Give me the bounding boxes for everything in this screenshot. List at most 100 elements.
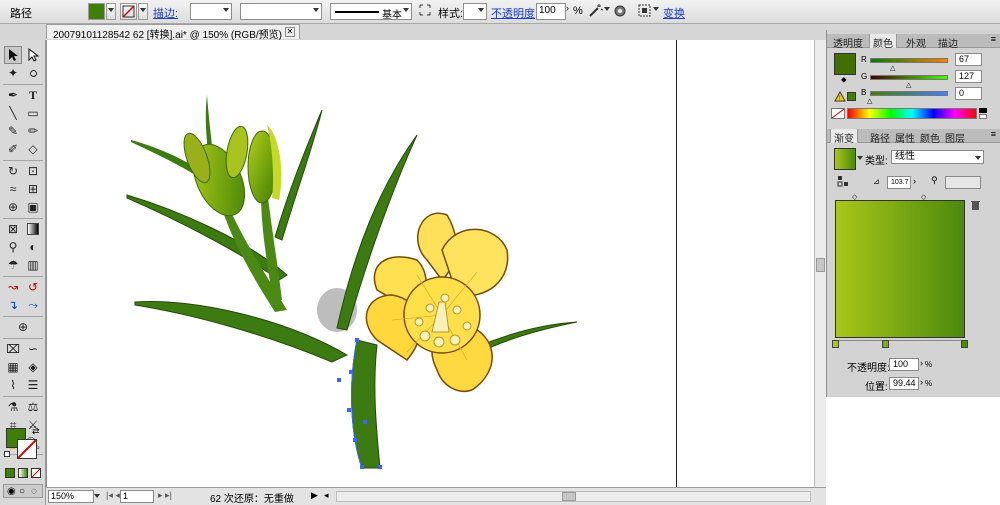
color-fill-swatch[interactable] [834, 53, 856, 75]
stop-location-arrow-icon[interactable]: › [920, 377, 923, 387]
canvas-pasteboard[interactable] [691, 40, 826, 487]
tab-appearance[interactable]: 外观 [903, 34, 929, 50]
scale-tool-icon[interactable]: ⊡ [24, 162, 42, 180]
zoom-dropdown-icon[interactable] [94, 494, 100, 498]
wand-dropdown[interactable] [604, 3, 610, 20]
r-channel-slider[interactable] [870, 58, 948, 63]
mesh-tool-icon[interactable]: ⊠ [4, 220, 22, 238]
color-mode-icon[interactable] [5, 468, 15, 478]
chart-line-tool-icon[interactable]: ⌇ [4, 376, 22, 394]
g-channel-slider[interactable] [870, 75, 948, 80]
stroke-link[interactable]: 描边: [153, 5, 178, 21]
tab-gradient[interactable]: 渐变 [830, 129, 858, 145]
gamut-swatch[interactable] [847, 92, 856, 101]
stroke-swatch-button[interactable] [120, 3, 137, 20]
gradient-swatch[interactable] [834, 148, 856, 170]
blend-tool-icon[interactable]: ◐ [24, 238, 42, 256]
pen-tool-icon[interactable]: ✒ [4, 86, 22, 104]
stroke-dropdown[interactable] [138, 3, 148, 20]
live-paint-tool-icon[interactable]: ▣ [24, 198, 42, 216]
anchor-tool-red-icon[interactable]: ↺ [24, 278, 42, 296]
gradient-angle-input[interactable]: 103.7 [887, 176, 911, 189]
stroke-weight-field[interactable] [190, 3, 232, 20]
swap-icon[interactable]: ⇄ [32, 426, 40, 437]
eyedropper-2-icon[interactable]: ⚗ [4, 398, 22, 416]
g-slider-thumb[interactable]: △ [906, 81, 911, 89]
color-spectrum-bar[interactable] [847, 108, 977, 119]
scroll-left-icon[interactable]: ◂ [324, 490, 329, 501]
measure-tool-icon[interactable]: ⚖ [24, 398, 42, 416]
paintbrush-tool-icon[interactable]: ✎ [4, 122, 22, 140]
anchor-tool-blue-icon[interactable]: ⤳ [24, 296, 42, 314]
artboard-select[interactable]: 1 [120, 490, 154, 503]
draw-mode-icons[interactable]: ◉ ○ ◌ [3, 484, 43, 498]
target-tool-icon[interactable]: ⊕ [14, 318, 32, 336]
none-color-icon[interactable] [831, 108, 845, 119]
magic-wand-tool-icon[interactable]: ✦ [4, 64, 22, 82]
gradient-type-select[interactable]: 线性 [891, 150, 984, 164]
default-colors-icon[interactable] [4, 451, 10, 457]
blob-brush-tool-icon[interactable]: ✐ [4, 140, 22, 158]
eyedropper-tool-icon[interactable]: ⚲ [4, 238, 22, 256]
eraser-tool-icon[interactable]: ◇ [24, 140, 42, 158]
gradient-menu-icon[interactable]: ≡ [991, 129, 996, 139]
pencil-tool-icon[interactable]: ✏ [24, 122, 42, 140]
stop-opacity-arrow-icon[interactable]: › [920, 358, 923, 368]
fill-swatch-button[interactable] [88, 3, 105, 20]
status-menu-icon[interactable]: ▶ [311, 490, 318, 501]
h-scroll-thumb[interactable] [562, 492, 576, 501]
tab-color-2[interactable]: 颜色 [917, 129, 943, 145]
gradient-stop-middle[interactable] [882, 340, 889, 348]
gradient-type-dropdown-icon[interactable] [975, 156, 981, 160]
delete-stop-icon[interactable] [971, 200, 980, 210]
fill-dropdown[interactable] [106, 3, 116, 20]
black-swatch[interactable] [979, 108, 987, 113]
r-slider-thumb[interactable]: △ [890, 64, 895, 72]
isolate-icon[interactable] [613, 3, 630, 20]
rectangle-tool-icon[interactable]: ▭ [24, 104, 42, 122]
graph-tool-icon[interactable]: ▥ [24, 256, 42, 274]
g-channel-input[interactable]: 127 [955, 70, 982, 83]
tab-stroke[interactable]: 描边 [935, 34, 961, 50]
gradient-swatch-dropdown[interactable] [857, 154, 863, 163]
perspective-tool-icon[interactable]: ◈ [24, 358, 42, 376]
graphic-style-dropdown[interactable] [463, 3, 487, 20]
tab-transparency[interactable]: 透明度 [830, 34, 866, 50]
gradient-tool-icon[interactable] [24, 220, 42, 238]
close-icon[interactable]: ✕ [285, 27, 295, 37]
warp-tool-icon[interactable]: ≈ [4, 180, 22, 198]
grid-tool-icon[interactable]: ▦ [4, 358, 22, 376]
tab-pathfinder[interactable]: 路径 [867, 129, 893, 145]
prev-artboard-icon[interactable]: |◂ ◂ [106, 490, 120, 501]
type-tool-icon[interactable]: T [24, 86, 42, 104]
variable-width-profile[interactable] [240, 3, 322, 20]
white-swatch[interactable] [979, 114, 987, 119]
tab-layers[interactable]: 图层 [942, 129, 968, 145]
path-tool-blue-icon[interactable]: ↴ [4, 296, 22, 314]
none-mode-icon[interactable] [31, 468, 41, 478]
opacity-link[interactable]: 不透明度 [491, 5, 535, 21]
lasso-tool-icon[interactable]: ഠ [24, 64, 42, 82]
gradient-mode-icon[interactable] [18, 468, 28, 478]
angle-arrow-icon[interactable]: › [913, 176, 916, 186]
scroll-thumb[interactable] [816, 258, 825, 272]
b-slider-thumb[interactable]: △ [867, 97, 872, 105]
tab-attributes[interactable]: 属性 [892, 129, 918, 145]
slice-tool-icon[interactable]: ∽ [24, 340, 42, 358]
tab-color[interactable]: 颜色 [869, 34, 897, 50]
b-channel-input[interactable]: 0 [955, 87, 982, 100]
magic-wand-icon[interactable] [587, 3, 604, 20]
next-artboard-icon[interactable]: ▸ ▸| [158, 490, 172, 501]
symbol-sprayer-tool-icon[interactable]: ☂ [4, 256, 22, 274]
rotate-tool-icon[interactable]: ↻ [4, 162, 22, 180]
path-tool-red-icon[interactable]: ↝ [4, 278, 22, 296]
direct-selection-tool-icon[interactable] [24, 46, 42, 64]
gradient-slider-track[interactable] [835, 340, 965, 341]
line-tool-icon[interactable]: ╲ [4, 104, 22, 122]
panel-menu-icon[interactable]: ≡ [991, 34, 996, 44]
vertical-scrollbar[interactable] [814, 40, 826, 487]
stop-opacity-input[interactable]: 100 [889, 358, 919, 371]
gradient-stop-start[interactable] [832, 340, 839, 348]
list-tool-icon[interactable]: ☰ [24, 376, 42, 394]
reverse-gradient-icon[interactable] [837, 175, 849, 187]
